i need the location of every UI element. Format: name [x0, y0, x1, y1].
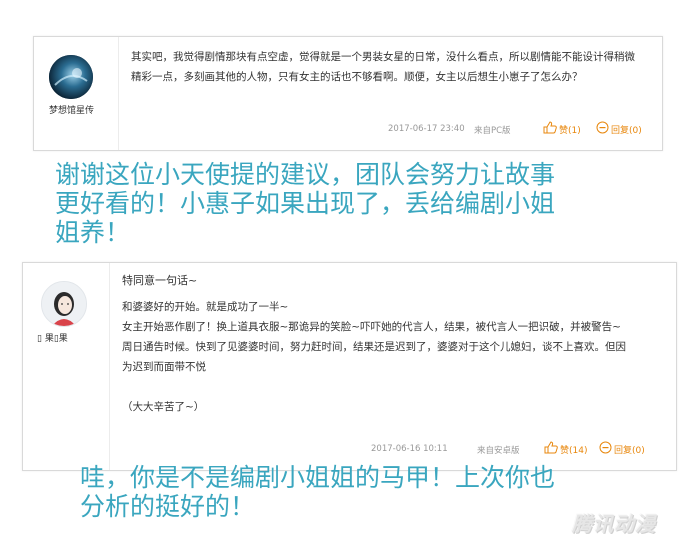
- comment-date-1: 2017-06-17 23:40: [388, 124, 465, 134]
- tencent-comic-watermark: 腾讯动漫: [572, 512, 656, 536]
- like-label: 赞(1): [559, 125, 581, 136]
- author-reply-2: 哇，你是不是编剧小姐姐的马甲！上次你也 分析的挺好的！: [80, 463, 555, 521]
- comment-card-2: ▯ 果▯果 特同意一句话~ 和婆婆好的开始。就是成功了一半~ 女主开始恶作剧了！…: [22, 262, 677, 471]
- reply-line: 谢谢这位小天使提的建议，团队会努力让故事: [55, 160, 556, 189]
- thumbs-up-icon: [543, 121, 557, 137]
- comment-text-2: 和婆婆好的开始。就是成功了一半~ 女主开始恶作剧了！换上道具衣服~那诡异的笑脸~…: [122, 297, 662, 417]
- card-divider: [118, 37, 119, 150]
- reply-bubble-icon: [599, 441, 612, 457]
- comment-line: 周日通告时候。快到了见婆婆时间，努力赶时间，结果还是迟到了，婆婆对于这个儿媳妇，…: [122, 341, 626, 353]
- comment-line: 女主开始恶作剧了！换上道具衣服~那诡异的笑脸~吓吓她的代言人，结果，被代言人一把…: [122, 321, 621, 333]
- comment-source-1: 来自PC版: [474, 126, 511, 136]
- comment-line: 为迟到而面带不悦: [122, 361, 206, 373]
- reply-line: 分析的挺好的！: [80, 492, 256, 521]
- reply-line: 哇，你是不是编剧小姐姐的马甲！上次你也: [80, 463, 556, 492]
- author-reply-1: 谢谢这位小天使提的建议，团队会努力让故事 更好看的！小惠子如果出现了，丢给编剧小…: [55, 160, 555, 247]
- user-avatar-2[interactable]: [41, 281, 87, 327]
- reply-line: 更好看的！小惠子如果出现了，丢给编剧小姐: [55, 189, 556, 218]
- comment-line: 其实吧，我觉得剧情那块有点空虚，觉得就是一个男装女星的日常，没什么看点，所以剧情…: [131, 51, 635, 63]
- username-2[interactable]: ▯ 果▯果: [37, 331, 68, 344]
- comment-line: [122, 377, 662, 397]
- comment-card-1: 梦想馆星传 其实吧，我觉得剧情那块有点空虚，觉得就是一个男装女星的日常，没什么看…: [33, 36, 663, 151]
- username-1[interactable]: 梦想馆星传: [49, 103, 94, 116]
- reply-label: 回复(0): [611, 125, 642, 136]
- card-divider: [109, 263, 110, 470]
- reply-line: 姐养！: [55, 218, 131, 247]
- reply-label: 回复(0): [614, 445, 645, 456]
- thumbs-up-icon: [544, 441, 558, 457]
- like-button-1[interactable]: 赞(1): [543, 121, 581, 137]
- like-label: 赞(14): [560, 445, 588, 456]
- reply-bubble-icon: [596, 121, 609, 137]
- comment-line: （大大辛苦了~）: [122, 401, 205, 413]
- comment-text-1: 其实吧，我觉得剧情那块有点空虚，觉得就是一个男装女星的日常，没什么看点，所以剧情…: [131, 47, 651, 87]
- reply-button-2[interactable]: 回复(0): [599, 441, 645, 457]
- comment-line: 精彩一点，多刻画其他的人物，只有女主的话也不够看啊。顺便，女主以后想生小崽子了怎…: [131, 71, 583, 83]
- like-button-2[interactable]: 赞(14): [544, 441, 587, 457]
- comment-source-2: 来自安卓版: [477, 446, 520, 456]
- comment-date-2: 2017-06-16 10:11: [371, 444, 448, 454]
- reply-button-1[interactable]: 回复(0): [596, 121, 642, 137]
- comment-line: 和婆婆好的开始。就是成功了一半~: [122, 301, 289, 313]
- comment-title-2: 特同意一句话~: [122, 274, 198, 287]
- user-avatar-1[interactable]: [49, 55, 93, 99]
